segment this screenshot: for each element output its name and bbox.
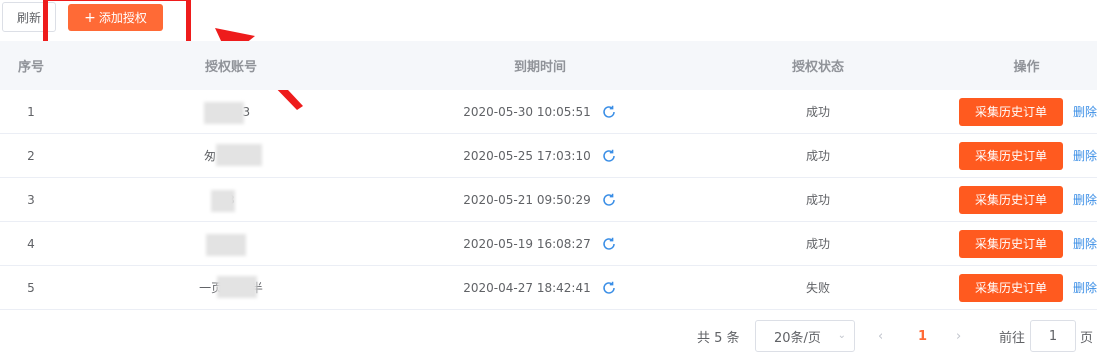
toolbar: 刷新 + 添加授权 <box>0 0 1107 110</box>
row-index: 1 <box>27 104 35 119</box>
next-page-button[interactable]: › <box>956 320 961 352</box>
row-account: 一页 局下半 <box>62 276 400 298</box>
goto-unit: 页 <box>1080 330 1094 346</box>
redaction-blur <box>205 233 246 256</box>
collect-history-orders-button[interactable]: 采集历史订单 <box>958 141 1063 170</box>
redaction-blur <box>203 101 244 124</box>
row-expire: 2020-05-21 09:50:29 <box>400 192 680 208</box>
header-ops: 操作 <box>1013 60 1040 75</box>
plus-icon: + <box>84 9 96 26</box>
row-index: 4 <box>27 236 35 251</box>
row-ops: 采集历史订单 删除 <box>956 229 1097 258</box>
delete-link[interactable]: 删除 <box>1073 191 1097 208</box>
row-status: 成功 <box>805 105 830 119</box>
refresh-icon[interactable] <box>601 192 617 208</box>
row-ops: 采集历史订单 删除 <box>956 97 1097 126</box>
expire-text: 2020-05-19 16:08:27 <box>463 236 591 251</box>
table-row: 2 匆 99999 2020-05-25 17:03:10 成功 采集历史订单删除 <box>0 134 1097 178</box>
row-status: 失败 <box>805 281 830 295</box>
page-number-current[interactable]: 1 <box>918 320 927 352</box>
collect-history-orders-button[interactable]: 采集历史订单 <box>958 273 1063 302</box>
delete-link[interactable]: 删除 <box>1073 147 1097 164</box>
row-index: 3 <box>27 192 35 207</box>
add-authorization-label: 添加授权 <box>98 11 147 25</box>
chevron-right-icon: › <box>956 328 962 344</box>
header-expire: 到期时间 <box>513 60 566 75</box>
refresh-icon[interactable] <box>601 280 617 296</box>
table-row: 3 3 2020-05-21 09:50:29 成功 采集历史订单删除 <box>0 178 1097 222</box>
row-ops: 采集历史订单 删除 <box>956 273 1097 302</box>
row-status: 成功 <box>805 193 830 207</box>
refresh-icon[interactable] <box>601 104 617 120</box>
table-header: 序号 授权账号 到期时间 授权状态 操作 <box>0 41 1097 90</box>
goto-label: 前往 <box>999 330 1026 346</box>
row-account: 3 <box>62 189 400 212</box>
expire-text: 2020-05-30 10:05:51 <box>463 104 591 119</box>
table-row: 4 ve 2020-05-19 16:08:27 成功 采集历史订单删除 <box>0 222 1097 266</box>
collect-history-orders-button[interactable]: 采集历史订单 <box>958 229 1063 258</box>
goto-page-input[interactable]: 1 <box>1030 320 1076 352</box>
collect-history-orders-button[interactable]: 采集历史订单 <box>958 185 1063 214</box>
row-account: ve <box>62 233 400 256</box>
row-status: 成功 <box>805 149 830 163</box>
delete-link[interactable]: 删除 <box>1073 279 1097 296</box>
redaction-blur <box>211 189 236 212</box>
delete-link[interactable]: 删除 <box>1073 103 1097 120</box>
row-index: 2 <box>27 148 35 163</box>
refresh-icon[interactable] <box>601 148 617 164</box>
collect-history-orders-button[interactable]: 采集历史订单 <box>958 97 1063 126</box>
row-ops: 采集历史订单 删除 <box>956 185 1097 214</box>
chevron-down-icon: ⌄ <box>837 330 846 341</box>
redaction-blur <box>217 276 258 298</box>
row-expire: 2020-05-19 16:08:27 <box>400 236 680 252</box>
expire-text: 2020-04-27 18:42:41 <box>463 280 591 295</box>
table-body: 1279032020-05-30 10:05:51成功采集历史订单删除2匆 99… <box>0 90 1097 310</box>
add-authorization-button[interactable]: + 添加授权 <box>68 4 163 31</box>
refresh-button[interactable]: 刷新 <box>2 2 56 32</box>
row-ops: 采集历史订单 删除 <box>956 141 1097 170</box>
row-expire: 2020-04-27 18:42:41 <box>400 280 680 296</box>
expire-text: 2020-05-21 09:50:29 <box>463 192 591 207</box>
redaction-blur <box>216 144 262 166</box>
refresh-icon[interactable] <box>601 236 617 252</box>
row-status: 成功 <box>805 237 830 251</box>
expire-text: 2020-05-25 17:03:10 <box>463 148 591 163</box>
authorization-table: 序号 授权账号 到期时间 授权状态 操作 1 27903 2020-05-30 10… <box>0 41 1097 310</box>
row-expire: 2020-05-25 17:03:10 <box>400 148 680 164</box>
delete-link[interactable]: 删除 <box>1073 235 1097 252</box>
row-index: 5 <box>27 280 35 295</box>
row-account: 27903 <box>62 101 400 124</box>
pagination-total: 共 5 条 <box>697 330 740 346</box>
page-size-select[interactable]: 20条/页 ⌄ <box>755 320 855 352</box>
prev-page-button[interactable]: ‹ <box>878 320 883 352</box>
table-row: 1 27903 2020-05-30 10:05:51 成功 采集历史订单删除 <box>0 90 1097 134</box>
row-expire: 2020-05-30 10:05:51 <box>400 104 680 120</box>
table-row: 5 一页 局下半 2020-04-27 18:42:41 失败 采集历史订单删除 <box>0 266 1097 310</box>
pagination: 共 5 条 20条/页 ⌄ ‹ 1 › 前往 1 页 <box>0 320 1107 354</box>
header-status: 授权状态 <box>791 60 844 75</box>
header-account: 授权账号 <box>204 60 257 75</box>
page-size-value: 20条/页 <box>774 330 821 346</box>
chevron-left-icon: ‹ <box>878 328 884 344</box>
row-account: 匆 99999 <box>62 144 400 166</box>
header-index: 序号 <box>17 60 44 75</box>
